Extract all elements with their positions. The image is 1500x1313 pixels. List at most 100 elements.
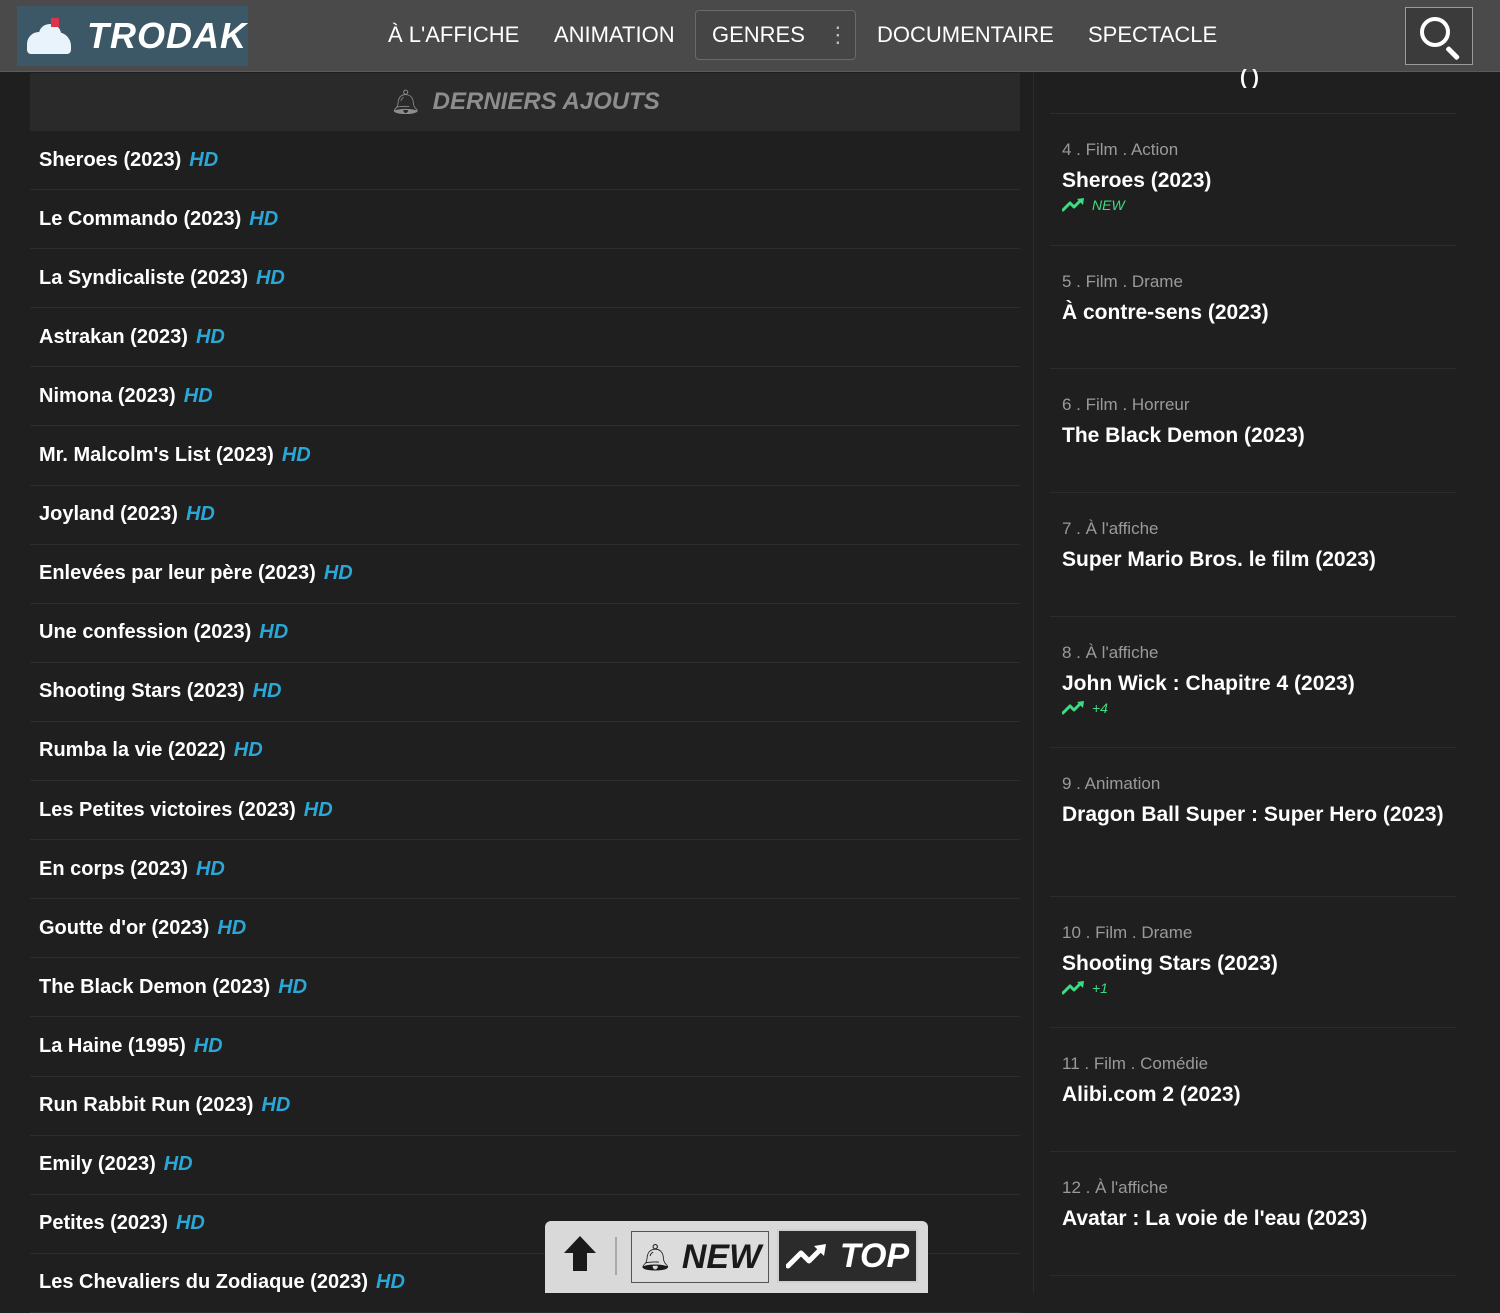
trending-up-icon xyxy=(785,1244,826,1269)
top-list-item[interactable]: 8 . À l'affiche John Wick : Chapitre 4 (2… xyxy=(1050,617,1456,748)
film-title: Petites (2023) xyxy=(39,1212,168,1235)
hd-badge: HD xyxy=(303,798,333,821)
film-title: Emily (2023) xyxy=(39,1153,156,1176)
hd-badge: HD xyxy=(323,562,353,585)
top-item-meta: 10 . Film . Drame xyxy=(1062,923,1193,942)
trend-label: +4 xyxy=(1092,700,1108,716)
top-item-meta: 4 . Film . Action xyxy=(1062,140,1179,159)
hd-badge: HD xyxy=(252,680,282,703)
nav-genres-label: GENRES xyxy=(712,22,805,47)
hd-badge: HD xyxy=(278,975,308,998)
film-title: Les Petites victoires (2023) xyxy=(39,798,296,821)
film-list-item[interactable]: La Syndicaliste (2023) HD xyxy=(30,249,1020,309)
film-list-item[interactable]: The Black Demon (2023) HD xyxy=(30,958,1020,1018)
film-list-item[interactable]: Le Commando (2023) HD xyxy=(30,190,1020,250)
film-title: Run Rabbit Run (2023) xyxy=(39,1094,254,1117)
film-list-item[interactable]: En corps (2023) HD xyxy=(30,840,1020,900)
top-list-item[interactable]: 4 . Film . Action Sheroes (2023) NEW xyxy=(1050,114,1456,246)
film-title: Le Commando (2023) xyxy=(39,207,242,230)
film-list-item[interactable]: Astrakan (2023) HD xyxy=(30,308,1020,368)
top-item-title: John Wick : Chapitre 4 (2023) xyxy=(1062,672,1355,695)
film-title: Mr. Malcolm's List (2023) xyxy=(39,444,274,467)
hd-badge: HD xyxy=(195,857,225,880)
film-list-item[interactable]: Emily (2023) HD xyxy=(30,1136,1020,1195)
film-list-item[interactable]: La Haine (1995) HD xyxy=(30,1017,1020,1077)
top-button[interactable]: TOP xyxy=(777,1229,918,1283)
bottom-action-bar: 🔔︎ NEW TOP xyxy=(545,1221,928,1293)
film-title: Rumba la vie (2022) xyxy=(39,739,226,762)
top-list-item[interactable]: 10 . Film . Drame Shooting Stars (2023) +1 xyxy=(1050,897,1456,1028)
hd-badge: HD xyxy=(189,148,219,171)
hd-badge: HD xyxy=(183,384,213,407)
film-list-item[interactable]: Enlevées par leur père (2023) HD xyxy=(30,545,1020,604)
top-item-title: À contre-sens (2023) xyxy=(1062,301,1269,324)
top-item-meta: 5 . Film . Drame xyxy=(1062,272,1183,291)
trend-indicator: +4 xyxy=(1062,700,1456,716)
top-item-title: Super Mario Bros. le film (2023) xyxy=(1062,548,1376,571)
film-title: Enlevées par leur père (2023) xyxy=(39,562,316,585)
top-item-title: Shooting Stars (2023) xyxy=(1062,952,1278,975)
top-list-item-partial[interactable]: ( ) xyxy=(1050,67,1456,114)
nav-animation[interactable]: ANIMATION xyxy=(554,10,675,60)
nav-genres-dropdown[interactable]: GENRES ⋮ xyxy=(695,10,856,60)
top-list: ( ) 4 . Film . Action Sheroes (2023) NEW 5 … xyxy=(1050,67,1456,1276)
film-list-item[interactable]: Joyland (2023) HD xyxy=(30,486,1020,545)
column-divider xyxy=(1033,73,1034,1293)
film-title: En corps (2023) xyxy=(39,857,188,880)
logo-icon xyxy=(27,18,71,54)
hd-badge: HD xyxy=(261,1094,291,1117)
top-list-item[interactable]: 5 . Film . Drame À contre-sens (2023) xyxy=(1050,246,1456,369)
top-item-meta: 11 . Film . Comédie xyxy=(1062,1054,1209,1073)
top-item-title: Alibi.com 2 (2023) xyxy=(1062,1083,1241,1106)
top-item-meta: 12 . À l'affiche xyxy=(1062,1178,1168,1197)
trend-label: +1 xyxy=(1092,980,1108,996)
panel-header: 🔔︎ DERNIERS AJOUTS xyxy=(30,73,1020,131)
film-list-item[interactable]: Shooting Stars (2023) HD xyxy=(30,663,1020,722)
hd-badge: HD xyxy=(163,1153,193,1176)
top-list-item[interactable]: 9 . Animation Dragon Ball Super : Super H… xyxy=(1050,748,1456,897)
panel-title: DERNIERS AJOUTS xyxy=(432,88,660,115)
film-list-item[interactable]: Rumba la vie (2022) HD xyxy=(30,722,1020,782)
film-list-item[interactable]: Run Rabbit Run (2023) HD xyxy=(30,1077,1020,1136)
scroll-top-button[interactable] xyxy=(559,1233,601,1275)
new-button-label: NEW xyxy=(681,1237,762,1276)
hd-badge: HD xyxy=(376,1271,405,1294)
nav-affiche[interactable]: À L'AFFICHE xyxy=(388,10,519,60)
top-navbar: TRODAK À L'AFFICHE ANIMATION GENRES ⋮ DO… xyxy=(0,0,1500,72)
hd-badge: HD xyxy=(195,325,225,348)
top-list-item[interactable]: 7 . À l'affiche Super Mario Bros. le film… xyxy=(1050,493,1456,617)
nav-documentaire[interactable]: DOCUMENTAIRE xyxy=(877,10,1054,60)
latest-additions-panel: 🔔︎ DERNIERS AJOUTS Sheroes (2023) HD Le Co… xyxy=(30,73,1020,1313)
new-button[interactable]: 🔔︎ NEW xyxy=(631,1231,769,1283)
film-list-item[interactable]: Une confession (2023) HD xyxy=(30,604,1020,663)
top-list-item[interactable]: 6 . Film . Horreur The Black Demon (2023) xyxy=(1050,369,1456,493)
trend-indicator: +1 xyxy=(1062,980,1456,996)
hd-badge: HD xyxy=(259,621,289,644)
brand-name: TRODAK xyxy=(87,15,247,56)
top-item-meta: 8 . À l'affiche xyxy=(1062,643,1159,662)
film-title: Une confession (2023) xyxy=(39,621,252,644)
top-item-meta: 9 . Animation xyxy=(1062,774,1161,793)
trending-up-icon xyxy=(1062,701,1084,715)
hd-badge: HD xyxy=(249,207,279,230)
film-title: The Black Demon (2023) xyxy=(39,975,271,998)
film-title: Joyland (2023) xyxy=(39,503,178,526)
trending-up-icon xyxy=(1062,981,1084,995)
hd-badge: HD xyxy=(175,1212,205,1235)
film-list-item[interactable]: Goutte d'or (2023) HD xyxy=(30,899,1020,959)
film-list: Sheroes (2023) HD Le Commando (2023) HD La S… xyxy=(30,131,1020,1313)
top-item-title: Avatar : La voie de l'eau (2023) xyxy=(1062,1207,1368,1230)
hd-badge: HD xyxy=(193,1034,223,1057)
film-list-item[interactable]: Mr. Malcolm's List (2023) HD xyxy=(30,426,1020,486)
search-button[interactable] xyxy=(1405,7,1473,65)
nav-spectacle[interactable]: SPECTACLE xyxy=(1088,10,1217,60)
top-list-item[interactable]: 11 . Film . Comédie Alibi.com 2 (2023) xyxy=(1050,1028,1456,1152)
trend-label: NEW xyxy=(1092,197,1125,213)
film-list-item[interactable]: Les Petites victoires (2023) HD xyxy=(30,781,1020,841)
film-list-item[interactable]: Sheroes (2023) HD xyxy=(30,131,1020,191)
site-logo[interactable]: TRODAK xyxy=(17,6,248,66)
top-item-title: Sheroes (2023) xyxy=(1062,169,1212,192)
top-list-item[interactable]: 12 . À l'affiche Avatar : La voie de l'ea… xyxy=(1050,1152,1456,1276)
bell-icon: 🔔︎ xyxy=(638,1241,672,1272)
film-list-item[interactable]: Nimona (2023) HD xyxy=(30,367,1020,427)
